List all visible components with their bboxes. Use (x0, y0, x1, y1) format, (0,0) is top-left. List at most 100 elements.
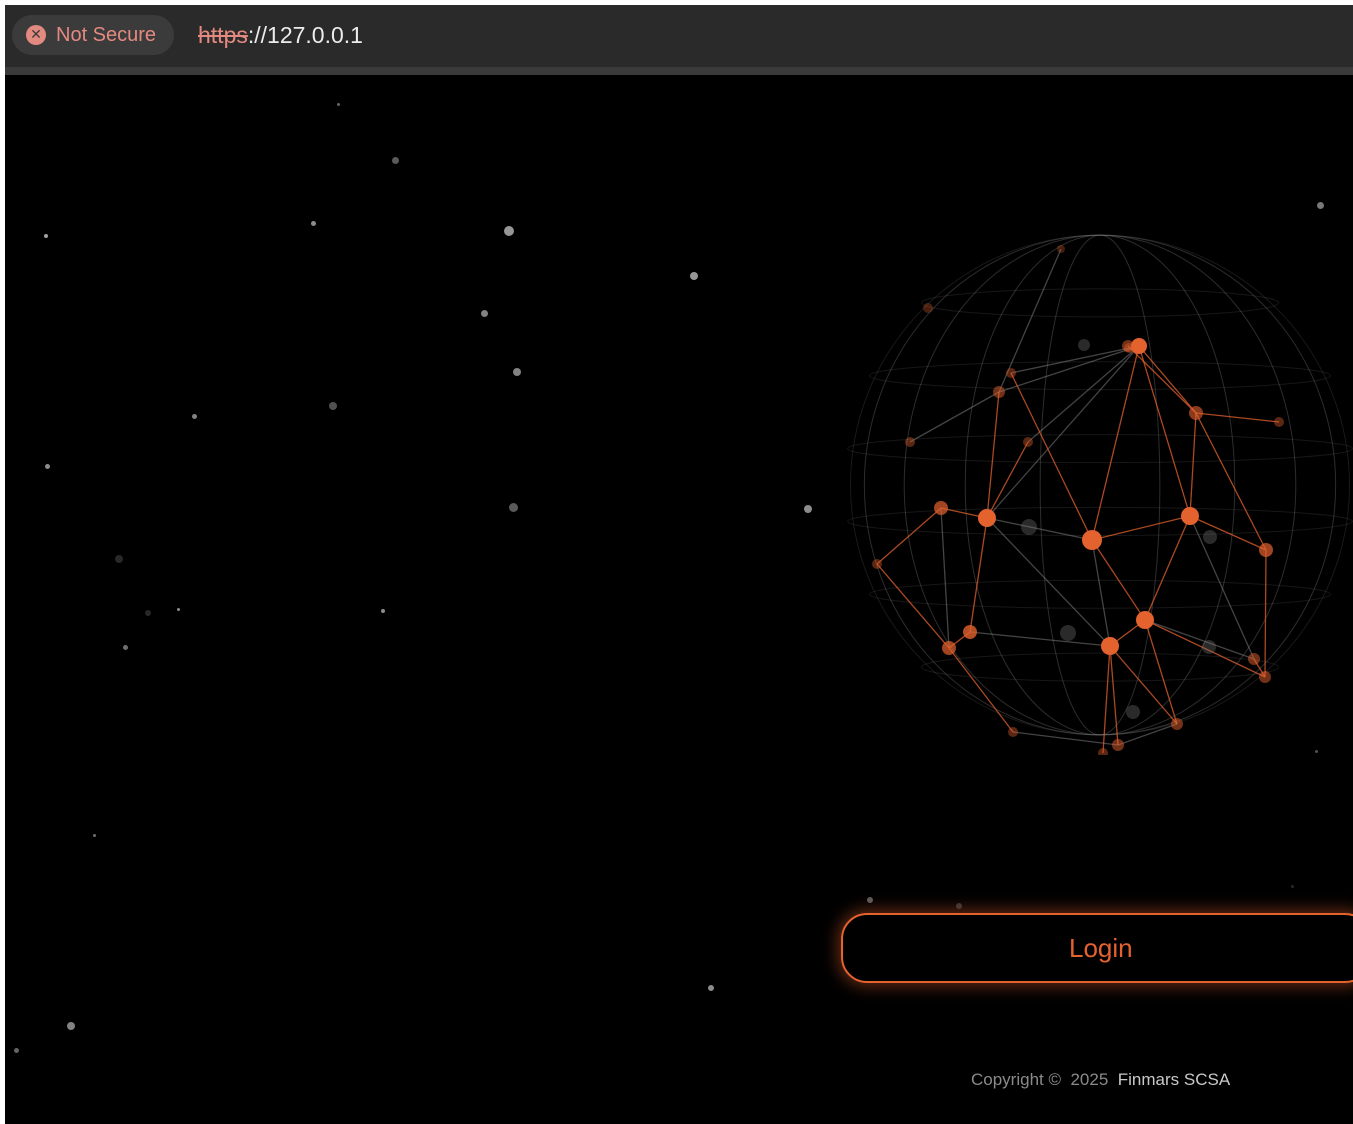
copyright-footer: Copyright © 2025 Finmars SCSA (971, 1070, 1230, 1090)
star-dot (504, 226, 514, 236)
globe-link (1144, 515, 1191, 621)
security-label: Not Secure (56, 23, 157, 46)
url-field[interactable]: https://127.0.0.1 (198, 22, 363, 49)
globe-node (1057, 245, 1065, 253)
globe-link (1010, 372, 1093, 541)
globe-link (1189, 515, 1255, 660)
globe-node (905, 437, 915, 447)
globe-node (942, 641, 956, 655)
globe-parallel (921, 288, 1279, 318)
star-dot (708, 985, 714, 991)
star-dot (45, 464, 50, 469)
globe-link (909, 391, 1000, 443)
globe-parallel (847, 506, 1353, 536)
address-bar: ✕ Not Secure https://127.0.0.1 (5, 5, 1353, 75)
globe-parallel (869, 361, 1331, 391)
error-x-icon: ✕ (26, 25, 46, 45)
globe-meridian (964, 234, 1236, 736)
network-globe-illustration (847, 234, 1353, 755)
star-dot (115, 555, 123, 563)
globe-node (978, 509, 996, 527)
globe-node (934, 501, 948, 515)
globe-node (1078, 339, 1090, 351)
star-dot (481, 310, 488, 317)
globe-node (1060, 625, 1076, 641)
globe-node (1112, 739, 1124, 751)
globe-link (1012, 731, 1119, 746)
globe-node (1082, 530, 1102, 550)
globe-node (1126, 705, 1140, 719)
globe-link (876, 563, 950, 649)
star-dot (14, 1048, 19, 1053)
globe-node (1171, 718, 1183, 730)
url-scheme: https (198, 22, 248, 48)
star-dot (145, 610, 151, 616)
star-dot (1291, 885, 1294, 888)
globe-node (923, 303, 933, 313)
globe-link (1195, 412, 1280, 423)
globe-node (1006, 368, 1016, 378)
globe-node (1181, 507, 1199, 525)
globe-link (1195, 412, 1267, 551)
globe-node (1101, 637, 1119, 655)
globe-link (876, 507, 942, 565)
globe-node (1248, 653, 1260, 665)
globe-link (948, 647, 1014, 733)
globe-node (1021, 519, 1037, 535)
star-dot (337, 103, 340, 106)
globe-meridian (903, 234, 1297, 736)
globe-meridian (1039, 234, 1161, 736)
globe-meridian (1039, 234, 1161, 736)
star-dot (509, 503, 518, 512)
copyright-company: Finmars SCSA (1117, 1070, 1231, 1089)
globe-parallel (847, 434, 1353, 464)
globe-meridian (964, 234, 1236, 736)
star-dot (177, 608, 180, 611)
globe-link (1138, 345, 1197, 414)
globe-link (1127, 345, 1197, 414)
globe-node (1008, 727, 1018, 737)
star-dot (67, 1022, 75, 1030)
globe-link (1091, 345, 1140, 541)
globe-link (1189, 412, 1197, 517)
globe-node (963, 625, 977, 639)
star-dot (192, 414, 197, 419)
globe-link (940, 507, 950, 649)
globe-link (1264, 549, 1267, 678)
globe-node (1203, 530, 1217, 544)
star-dot (804, 505, 812, 513)
globe-node (1023, 437, 1033, 447)
login-page: Login Copyright © 2025 Finmars SCSA (5, 75, 1353, 1124)
globe-node (1124, 343, 1134, 353)
globe-node (872, 559, 882, 569)
star-dot (44, 234, 48, 238)
globe-link (986, 517, 1093, 541)
globe-link (1138, 345, 1191, 517)
login-button[interactable]: Login (841, 913, 1353, 983)
globe-node (1259, 671, 1271, 683)
star-dot (311, 221, 316, 226)
globe-link (1010, 345, 1140, 374)
star-dot (690, 272, 698, 280)
globe-node (1202, 640, 1216, 654)
star-dot (329, 402, 337, 410)
globe-link (1027, 345, 1140, 443)
globe-link (969, 631, 1111, 647)
globe-node (1136, 611, 1154, 629)
globe-link (1102, 645, 1111, 754)
copyright-year: 2025 (1070, 1070, 1109, 1089)
star-dot (513, 368, 521, 376)
browser-window: ✕ Not Secure https://127.0.0.1 Login Cop… (5, 5, 1353, 1124)
url-host: ://127.0.0.1 (247, 22, 363, 48)
star-dot (956, 903, 962, 909)
security-indicator[interactable]: ✕ Not Secure (12, 15, 175, 55)
copyright-prefix: Copyright © (971, 1070, 1062, 1089)
globe-node (993, 386, 1005, 398)
star-dot (93, 834, 96, 837)
star-dot (381, 609, 385, 613)
star-dot (123, 645, 128, 650)
globe-node (1259, 543, 1273, 557)
star-dot (867, 897, 873, 903)
star-dot (392, 157, 399, 164)
globe-node (1098, 748, 1108, 755)
